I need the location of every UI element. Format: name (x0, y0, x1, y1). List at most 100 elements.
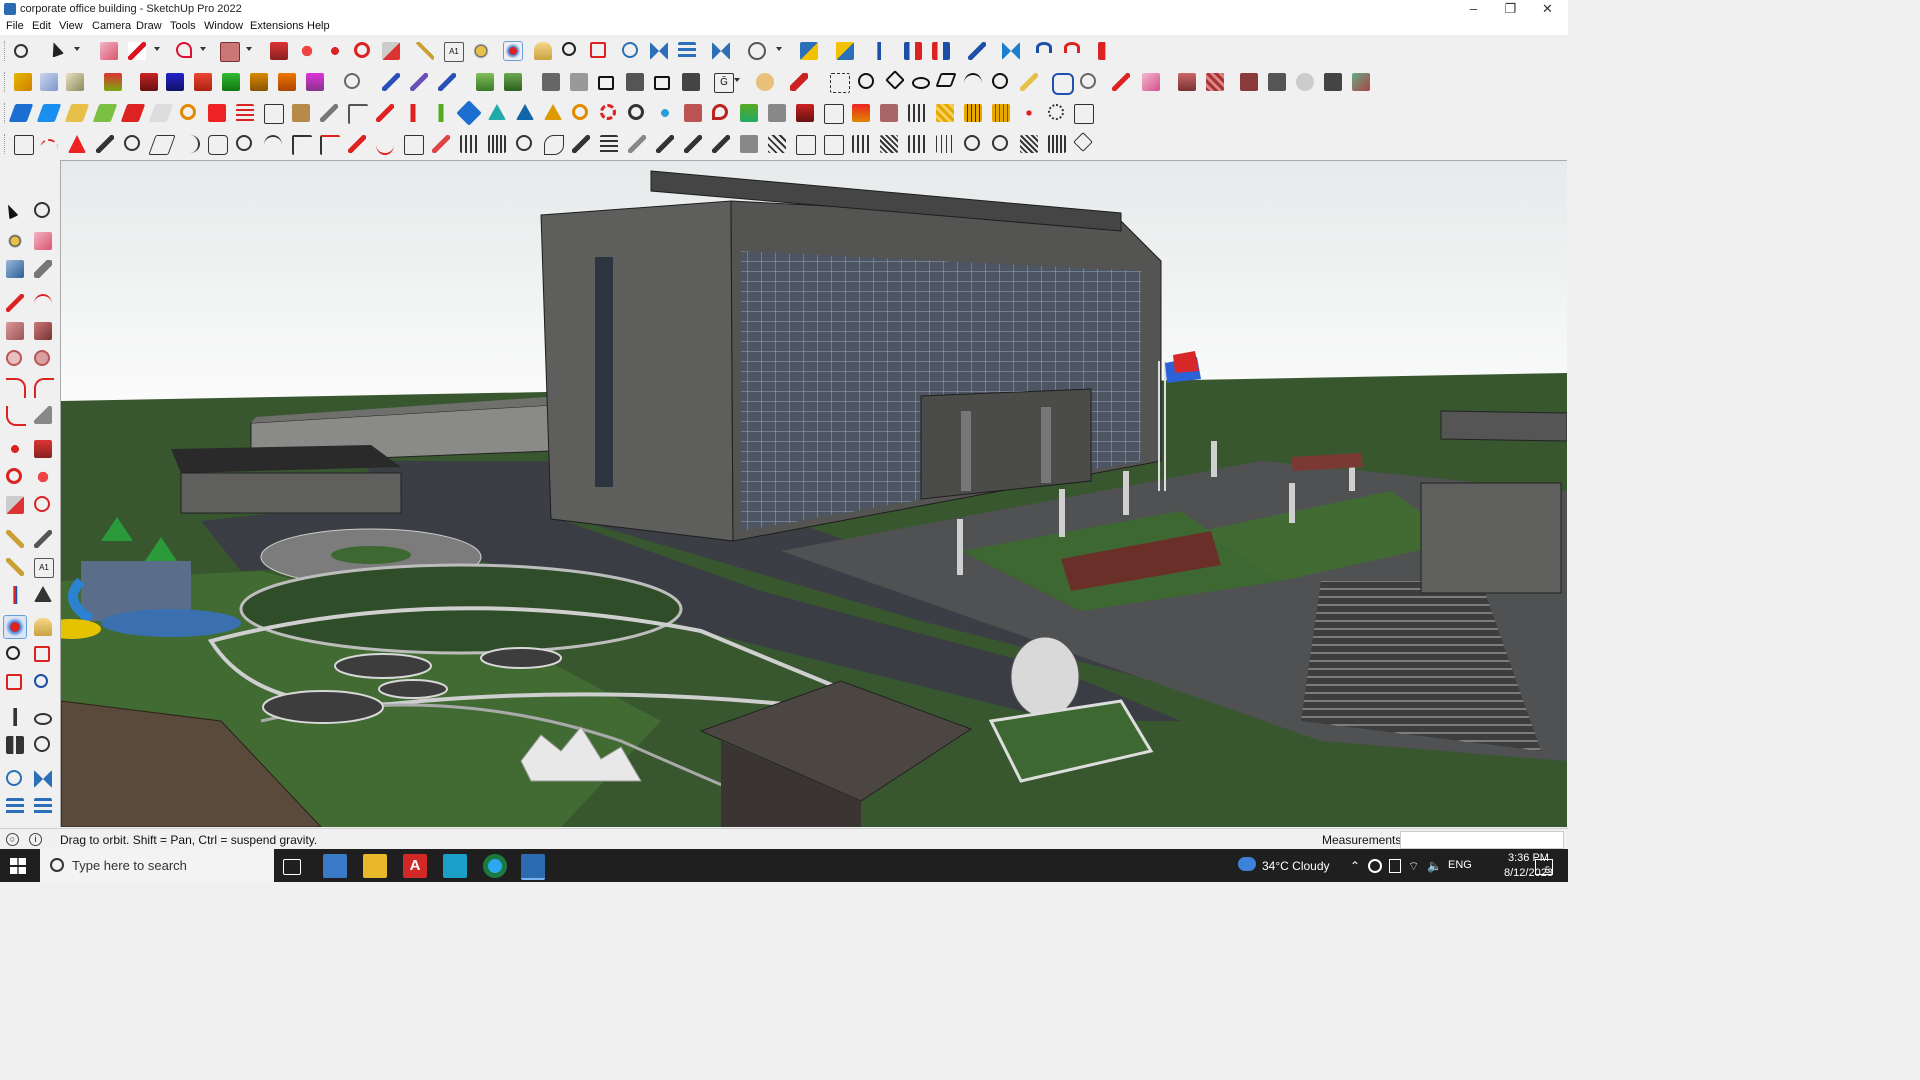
plugin-leaf-icon[interactable] (544, 135, 564, 155)
building-icon[interactable] (626, 73, 644, 91)
menu-view[interactable]: View (59, 20, 83, 32)
fix-icon[interactable] (1098, 42, 1116, 60)
follow-me-tool-icon[interactable] (34, 468, 52, 486)
menu-tools[interactable]: Tools (170, 20, 196, 32)
plugin-layout-grid-icon[interactable] (1074, 104, 1094, 124)
plugin-round-icon[interactable] (516, 135, 532, 151)
plugin-path-icon[interactable] (376, 104, 394, 122)
roof-icon[interactable] (1324, 73, 1342, 91)
plugin-wall-icon[interactable] (796, 135, 816, 155)
warehouse-tool-icon[interactable] (6, 770, 22, 786)
plugin-sphere-icon[interactable] (236, 135, 252, 151)
tape-measure-tool-icon[interactable] (6, 530, 24, 548)
intersect-solid-icon[interactable] (66, 73, 84, 91)
plugin-arrow-icon[interactable] (572, 135, 590, 153)
account-icon[interactable] (748, 42, 766, 60)
position-camera-tool-icon[interactable] (6, 708, 24, 726)
volume-icon[interactable]: 🔈 (1427, 859, 1442, 873)
plugin-curve-tool-icon[interactable] (376, 135, 394, 155)
select-tool-icon[interactable] (3, 202, 19, 220)
section-plane-icon[interactable] (800, 42, 818, 60)
plugin-bookshelf-icon[interactable] (852, 135, 870, 153)
rectangle-tool-icon[interactable] (6, 322, 24, 340)
push-pull-icon[interactable] (270, 42, 288, 60)
dimension-tool-icon[interactable] (34, 530, 52, 548)
plugin-green-stack-icon[interactable] (740, 104, 758, 122)
eraser-tool-icon[interactable] (34, 232, 52, 250)
wifi-icon[interactable]: ⌔ (1408, 859, 1419, 874)
offset-shape-icon[interactable] (830, 73, 850, 93)
plugin-solid-icon[interactable] (740, 135, 758, 153)
plugin-red-stack-icon[interactable] (796, 104, 814, 122)
plugin-gear-icon[interactable] (124, 135, 140, 151)
plugin-diamond-icon[interactable] (1073, 132, 1093, 152)
shell-icon[interactable] (1296, 73, 1314, 91)
zoom-extents-tool-icon[interactable] (6, 674, 22, 690)
plugin-orange-rotate-icon[interactable] (180, 104, 196, 120)
trim-icon[interactable] (166, 73, 184, 91)
material-icon[interactable] (1178, 73, 1196, 91)
s-union-icon[interactable] (222, 73, 240, 91)
rotate-tool-icon[interactable] (6, 468, 22, 484)
texture-icon[interactable] (1206, 73, 1224, 91)
plugin-blue-x-icon[interactable] (456, 100, 482, 126)
layout-tool-icon[interactable] (6, 798, 24, 816)
plugin-ramp3-icon[interactable] (712, 135, 730, 153)
look-around-tool-icon[interactable] (34, 713, 52, 725)
plugin-chamfer-icon[interactable] (320, 135, 340, 155)
home-icon[interactable] (654, 76, 670, 90)
menu-extensions[interactable]: Extensions (250, 20, 304, 32)
undo-icon[interactable] (1036, 42, 1052, 53)
plugin-fillet-icon[interactable] (292, 135, 312, 155)
plugin-white-plane-icon[interactable] (148, 104, 174, 122)
chevron-up-icon[interactable]: ⌃ (1350, 859, 1360, 873)
move-icon[interactable] (326, 42, 344, 60)
circle-shape-icon[interactable] (858, 73, 874, 89)
plugin-stairs-icon[interactable] (768, 135, 786, 153)
plugin-mesh-icon[interactable] (208, 135, 228, 155)
menu-file[interactable]: File (6, 20, 24, 32)
plugin-ramp-icon[interactable] (656, 135, 674, 153)
weld-icon[interactable] (1112, 73, 1130, 91)
plugin-light-plane-icon[interactable] (36, 104, 62, 122)
acrobat-app-icon[interactable]: A (403, 854, 427, 878)
plugin-bend-icon[interactable] (180, 135, 200, 153)
plugin-dashed-curve-icon[interactable] (40, 139, 58, 159)
plugin-column-icon[interactable] (824, 135, 844, 155)
notification-icon[interactable] (1535, 859, 1553, 875)
orbit-tool-icon[interactable] (34, 202, 50, 218)
measurements-input[interactable] (1400, 831, 1564, 849)
zoom-icon[interactable] (562, 42, 576, 56)
phone-icon[interactable] (1389, 859, 1401, 873)
plugin-sun-icon[interactable] (992, 135, 1008, 151)
warehouse-building-icon[interactable] (682, 73, 700, 91)
plugin-dark-ring-icon[interactable] (628, 104, 644, 120)
task-view-icon[interactable] (283, 859, 301, 875)
scale-icon[interactable] (382, 42, 400, 60)
arc-shape-icon[interactable] (964, 73, 982, 93)
hand-icon[interactable] (756, 73, 774, 91)
plugin-hatch-icon[interactable] (936, 104, 954, 122)
menu-window[interactable]: Window (204, 20, 243, 32)
taskbar-search-box[interactable]: Type here to search (40, 849, 274, 882)
warehouse-icon[interactable] (622, 42, 638, 58)
plugin-page-icon[interactable] (264, 104, 284, 124)
ellipse-shape-icon[interactable] (912, 77, 930, 89)
model-scene[interactable] (61, 161, 1567, 827)
plugin-link-icon[interactable] (320, 104, 338, 122)
plugin-bucket-icon[interactable] (684, 104, 702, 122)
menu-edit[interactable]: Edit (32, 20, 51, 32)
eraser-icon[interactable] (100, 42, 118, 60)
s-subtract-icon[interactable] (250, 73, 268, 91)
geo-location-icon[interactable]: Ğ (714, 73, 734, 93)
plugin-orange-ring-icon[interactable] (572, 104, 588, 120)
line-tool-icon[interactable] (6, 294, 24, 312)
sandbox-from-contours-icon[interactable] (382, 73, 400, 91)
tape-measure-icon[interactable] (416, 42, 434, 60)
plugin-yellow-plane-icon[interactable] (64, 104, 90, 122)
plugin-red-shape-icon[interactable] (68, 135, 86, 153)
record-icon[interactable] (1368, 859, 1382, 873)
protractor-tool-icon[interactable] (6, 558, 24, 576)
freehand-tool-icon[interactable] (34, 294, 52, 314)
extension-warehouse-tool-icon[interactable] (34, 770, 52, 788)
